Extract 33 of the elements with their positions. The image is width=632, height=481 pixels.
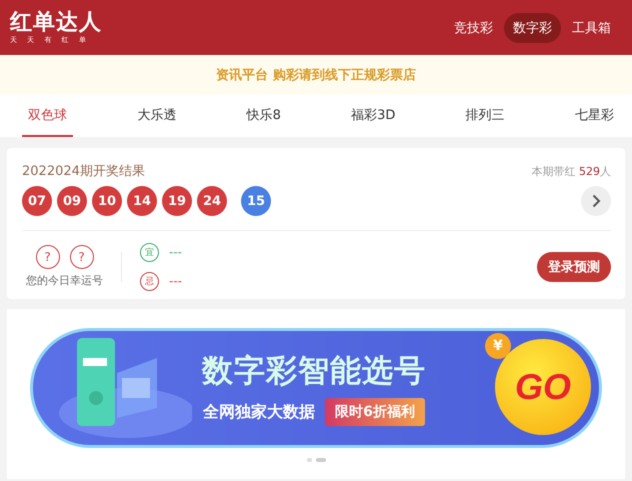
lottery-tab[interactable]: 快乐8 bbox=[240, 95, 287, 137]
lucky-number: ? bbox=[36, 245, 60, 269]
number-ball: 10 bbox=[92, 186, 122, 216]
login-predict-button[interactable]: 登录预测 bbox=[537, 252, 611, 282]
number-ball: 07 bbox=[22, 186, 52, 216]
draw-title: 2022024期开奖结果 bbox=[22, 163, 145, 180]
do-badge: 宜 bbox=[140, 242, 159, 262]
lottery-tab[interactable]: 大乐透 bbox=[131, 95, 182, 137]
advice-text: --- bbox=[169, 274, 182, 288]
nav-tab[interactable]: 竞技彩 bbox=[445, 12, 502, 42]
number-ball: 19 bbox=[162, 186, 192, 216]
lottery-tab[interactable]: 双色球 bbox=[22, 95, 73, 137]
notice-text: 资讯平台 购彩请到线下正规彩票店 bbox=[0, 55, 632, 95]
number-ball: 24 bbox=[197, 186, 227, 216]
number-ball: 14 bbox=[127, 186, 157, 216]
banner-headline: 数字彩智能选号 bbox=[202, 352, 426, 391]
nav-tab[interactable]: 工具箱 bbox=[563, 12, 620, 42]
lottery-tab[interactable]: 排列三 bbox=[460, 95, 511, 137]
next-button[interactable] bbox=[581, 186, 611, 216]
logo-text: 红单达人 bbox=[10, 10, 102, 34]
number-ball: 09 bbox=[57, 186, 87, 216]
chevron-right-icon bbox=[592, 194, 600, 208]
winners-count: 本期带红 529人 bbox=[532, 164, 611, 178]
lottery-tab[interactable]: 福彩3D bbox=[345, 95, 402, 137]
lottery-tab[interactable]: 七星彩 bbox=[568, 95, 620, 137]
banner-subline: 全网独家大数据 bbox=[203, 402, 316, 422]
advice-text: --- bbox=[169, 245, 182, 259]
avoid-badge: 忌 bbox=[140, 272, 159, 290]
bonus-ball: 15 bbox=[241, 186, 271, 216]
discount-tag: 限时6折福利 bbox=[325, 398, 425, 426]
nav-tab[interactable]: 数字彩 bbox=[504, 12, 561, 42]
lucky-caption: 您的今日幸运号 bbox=[26, 273, 103, 288]
lucky-number: ? bbox=[70, 245, 94, 269]
